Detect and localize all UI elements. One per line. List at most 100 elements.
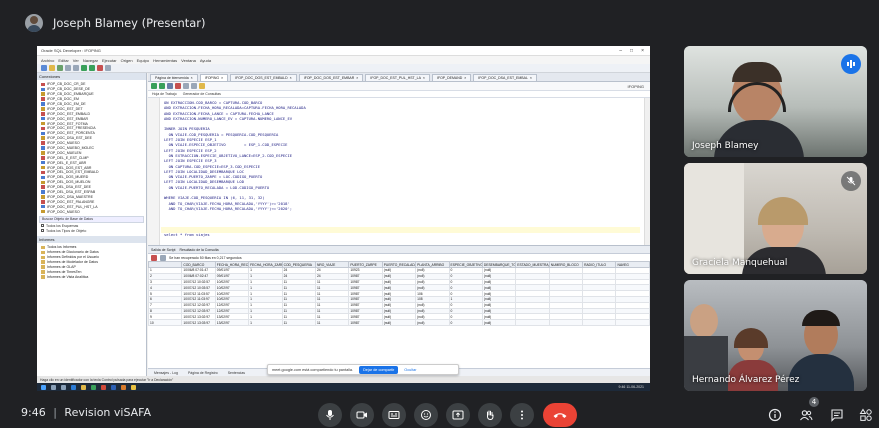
- search-icon[interactable]: [51, 384, 56, 390]
- menu-item[interactable]: Ventana: [181, 58, 196, 63]
- worksheet-subtab[interactable]: Hoja de Trabajo: [152, 92, 177, 96]
- close-icon[interactable]: ×: [641, 48, 644, 54]
- menu-item[interactable]: Ayuda: [200, 58, 211, 63]
- hide-banner-button[interactable]: Ocultar: [404, 368, 416, 372]
- object-search[interactable]: Buscar Objeto de Base de Datos: [39, 216, 144, 224]
- history-icon[interactable]: [105, 65, 111, 71]
- activities-button[interactable]: [857, 406, 875, 424]
- meet-window: Joseph Blamey (Presentar) Oracle SQL Dev…: [0, 0, 879, 428]
- run-icon[interactable]: [81, 65, 87, 71]
- menu-item[interactable]: Ejecutar: [102, 58, 117, 63]
- refresh-icon[interactable]: [160, 254, 166, 261]
- results-tab[interactable]: Salida de Script: [151, 248, 176, 252]
- tab-label: Página de bienvenida: [155, 76, 189, 80]
- folder-icon: [41, 260, 45, 264]
- tree-item-label: IFOP_DOC_EST_FOTMA: [47, 121, 88, 126]
- redo-icon[interactable]: [73, 65, 79, 71]
- word-icon[interactable]: [111, 384, 116, 390]
- more-options-button[interactable]: [510, 403, 534, 427]
- undo-icon[interactable]: [65, 65, 71, 71]
- menu-item[interactable]: Editar: [58, 58, 68, 63]
- excel-icon[interactable]: [91, 384, 96, 390]
- powerpoint-icon[interactable]: [101, 384, 106, 390]
- table-icon: [41, 190, 45, 194]
- sqldeveloper-icon[interactable]: [121, 384, 126, 390]
- menu-item[interactable]: Equipo: [137, 58, 149, 63]
- participant-tile-graciela[interactable]: Graciela Manquehual: [684, 163, 867, 274]
- run-script-icon[interactable]: [159, 83, 165, 89]
- tab-close-icon[interactable]: ×: [290, 76, 292, 80]
- participants-button[interactable]: [797, 406, 815, 424]
- log-tab[interactable]: Página de Registro: [185, 371, 221, 375]
- editor-tab[interactable]: IFOP_DOC_DOS_EST_EMBAR ×: [298, 74, 364, 81]
- captions-button[interactable]: [382, 403, 406, 427]
- tab-close-icon[interactable]: ×: [221, 76, 223, 80]
- schema-checkbox[interactable]: Todos los Tipos de Objeto: [37, 228, 146, 233]
- windows-start-icon[interactable]: [41, 384, 46, 390]
- menu-item[interactable]: Herramientas: [153, 58, 177, 63]
- results-grid[interactable]: COD_BARCOFECHA_HORA_RECALADAFECHA_HORA_Z…: [147, 261, 650, 326]
- editor-tab[interactable]: IFOP_DOC_EST_PUL_HST_LA ×: [365, 74, 430, 81]
- share-banner-text: meet.google.com está compartiendo tu pan…: [272, 367, 354, 372]
- pin-icon[interactable]: [151, 254, 157, 261]
- run-statement-icon[interactable]: [151, 83, 157, 89]
- participant-tile-joseph[interactable]: Joseph Blamey: [684, 46, 867, 157]
- menu-item[interactable]: Ver: [73, 58, 79, 63]
- editor-tab[interactable]: Página de bienvenida ×: [150, 74, 198, 81]
- camera-button[interactable]: [350, 403, 374, 427]
- present-button[interactable]: [446, 403, 470, 427]
- forward-icon[interactable]: [89, 65, 95, 71]
- task-view-icon[interactable]: [61, 384, 66, 390]
- participant-tile-hernando[interactable]: Hernando Álvarez Pérez: [684, 280, 867, 391]
- table-row[interactable]: 10 10/07/12 13:03:97 13/02/97 1 11 11 10987 (nu…: [147, 319, 650, 326]
- sql-editor[interactable]: ON EXTRACCION.COD_BARCO = CAPTURA.COD_BA…: [148, 98, 650, 246]
- chat-button[interactable]: [828, 406, 846, 424]
- menu-item[interactable]: Origen: [121, 58, 133, 63]
- browser-icon[interactable]: [71, 384, 76, 390]
- stop-icon[interactable]: [97, 65, 103, 71]
- tree-item[interactable]: IFOP_DOC_MUESO: [41, 209, 144, 214]
- tab-close-icon[interactable]: ×: [464, 76, 466, 80]
- tab-close-icon[interactable]: ×: [191, 76, 193, 80]
- connection-selector[interactable]: IFOPING: [628, 84, 644, 89]
- reactions-button[interactable]: [414, 403, 438, 427]
- save-icon[interactable]: [57, 65, 63, 71]
- taskbar-date: 11-06-2021: [626, 385, 644, 389]
- editor-tab[interactable]: IFOP_DEMAND ×: [431, 74, 472, 81]
- chrome-icon[interactable]: [131, 384, 136, 390]
- leave-call-button[interactable]: [543, 403, 577, 427]
- raise-hand-button[interactable]: [478, 403, 502, 427]
- checkbox-icon[interactable]: [41, 229, 44, 233]
- tab-close-icon[interactable]: ×: [530, 76, 532, 80]
- tab-close-icon[interactable]: ×: [423, 76, 425, 80]
- autotrace-icon[interactable]: [191, 83, 197, 89]
- minimize-icon[interactable]: –: [619, 48, 622, 54]
- editor-tab[interactable]: IFOP_DOC_DSA_EST_EMBAL ×: [473, 74, 537, 81]
- editor-tab[interactable]: IFOP_DOC_DOS_EST_EMBALD ×: [230, 74, 297, 81]
- clear-icon[interactable]: [199, 83, 205, 89]
- explain-icon[interactable]: [183, 83, 189, 89]
- log-tab[interactable]: Sentencias: [225, 371, 248, 375]
- rollback-icon[interactable]: [175, 83, 181, 89]
- menu-item[interactable]: Archivo: [41, 58, 54, 63]
- results-tab[interactable]: Resultado de la Consulta: [180, 248, 219, 252]
- editor-tab[interactable]: IFOPING ×: [199, 74, 229, 81]
- menu-item[interactable]: Navegar: [83, 58, 98, 63]
- editor-scrollbar[interactable]: [644, 98, 650, 245]
- open-icon[interactable]: [49, 65, 55, 71]
- worksheet-subtab[interactable]: Generador de Consultas: [183, 92, 221, 96]
- maximize-icon[interactable]: □: [630, 48, 633, 54]
- folder-icon[interactable]: [81, 384, 86, 390]
- tab-close-icon[interactable]: ×: [356, 76, 358, 80]
- microphone-button[interactable]: [318, 403, 342, 427]
- tree-item-label: IFOP_DEL_DOS_MUELON: [47, 180, 91, 185]
- meeting-details-button[interactable]: [766, 406, 784, 424]
- report-item[interactable]: Informes de Vista Analítica: [41, 274, 144, 279]
- shared-screen: Oracle SQL Developer : IFOPING – □ × Arc…: [37, 46, 650, 391]
- new-icon[interactable]: [41, 65, 47, 71]
- stop-sharing-button[interactable]: Dejar de compartir: [359, 365, 399, 374]
- checkbox-icon[interactable]: [41, 224, 44, 228]
- commit-icon[interactable]: [167, 83, 173, 89]
- log-tab[interactable]: Mensajes - Log: [151, 371, 181, 375]
- table-icon: [41, 175, 45, 180]
